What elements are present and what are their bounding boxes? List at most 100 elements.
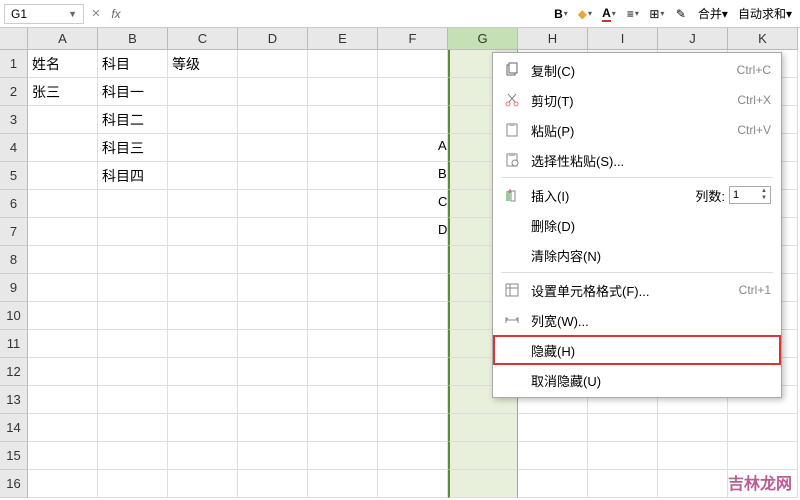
- name-box-dropdown-icon[interactable]: ▼: [68, 9, 77, 19]
- cell-E1[interactable]: [308, 50, 378, 78]
- cell-F15[interactable]: [378, 442, 448, 470]
- cell-D13[interactable]: [238, 386, 308, 414]
- cell-B2[interactable]: 科目一: [98, 78, 168, 106]
- cell-B3[interactable]: 科目二: [98, 106, 168, 134]
- cell-C5[interactable]: [168, 162, 238, 190]
- cell-D3[interactable]: [238, 106, 308, 134]
- name-box[interactable]: G1 ▼: [4, 4, 84, 24]
- cell-E4[interactable]: [308, 134, 378, 162]
- cell-A3[interactable]: [28, 106, 98, 134]
- cell-C6[interactable]: [168, 190, 238, 218]
- cell-C10[interactable]: [168, 302, 238, 330]
- cell-A14[interactable]: [28, 414, 98, 442]
- cell-B9[interactable]: [98, 274, 168, 302]
- cell-A16[interactable]: [28, 470, 98, 498]
- cell-B6[interactable]: [98, 190, 168, 218]
- column-header-i[interactable]: I: [588, 28, 658, 50]
- row-header-3[interactable]: 3: [0, 106, 28, 134]
- row-header-13[interactable]: 13: [0, 386, 28, 414]
- autosum-button[interactable]: 自动求和▾: [734, 5, 796, 22]
- cell-C13[interactable]: [168, 386, 238, 414]
- cell-A1[interactable]: 姓名: [28, 50, 98, 78]
- menu-paste[interactable]: 粘贴(P) Ctrl+V: [493, 115, 781, 145]
- cell-D8[interactable]: [238, 246, 308, 274]
- cell-I14[interactable]: [588, 414, 658, 442]
- cell-J16[interactable]: [658, 470, 728, 498]
- cell-D1[interactable]: [238, 50, 308, 78]
- cell-F11[interactable]: [378, 330, 448, 358]
- cell-F16[interactable]: [378, 470, 448, 498]
- cell-C12[interactable]: [168, 358, 238, 386]
- cell-C16[interactable]: [168, 470, 238, 498]
- cell-A15[interactable]: [28, 442, 98, 470]
- column-header-g[interactable]: G: [448, 28, 518, 50]
- cell-B13[interactable]: [98, 386, 168, 414]
- row-header-10[interactable]: 10: [0, 302, 28, 330]
- cell-J15[interactable]: [658, 442, 728, 470]
- format-painter-button[interactable]: ✎: [670, 3, 692, 25]
- column-header-h[interactable]: H: [518, 28, 588, 50]
- cell-A2[interactable]: 张三: [28, 78, 98, 106]
- cell-B11[interactable]: [98, 330, 168, 358]
- cell-E12[interactable]: [308, 358, 378, 386]
- menu-col-width[interactable]: 列宽(W)...: [493, 305, 781, 335]
- cell-C9[interactable]: [168, 274, 238, 302]
- cell-D6[interactable]: [238, 190, 308, 218]
- cell-E10[interactable]: [308, 302, 378, 330]
- column-header-a[interactable]: A: [28, 28, 98, 50]
- cell-K15[interactable]: [728, 442, 798, 470]
- cell-B16[interactable]: [98, 470, 168, 498]
- cell-E5[interactable]: [308, 162, 378, 190]
- cell-F12[interactable]: [378, 358, 448, 386]
- select-all-corner[interactable]: [0, 28, 28, 50]
- menu-copy[interactable]: 复制(C) Ctrl+C: [493, 55, 781, 85]
- cell-A4[interactable]: [28, 134, 98, 162]
- cell-G14[interactable]: [448, 414, 518, 442]
- cell-F3[interactable]: [378, 106, 448, 134]
- cell-D10[interactable]: [238, 302, 308, 330]
- cell-D14[interactable]: [238, 414, 308, 442]
- cell-I16[interactable]: [588, 470, 658, 498]
- cell-D4[interactable]: [238, 134, 308, 162]
- row-header-12[interactable]: 12: [0, 358, 28, 386]
- cell-C4[interactable]: [168, 134, 238, 162]
- cell-B5[interactable]: 科目四: [98, 162, 168, 190]
- row-header-15[interactable]: 15: [0, 442, 28, 470]
- menu-paste-special[interactable]: 选择性粘贴(S)...: [493, 145, 781, 175]
- cell-H14[interactable]: [518, 414, 588, 442]
- menu-hide[interactable]: 隐藏(H): [493, 335, 781, 365]
- menu-delete[interactable]: 删除(D): [493, 210, 781, 240]
- cell-A10[interactable]: [28, 302, 98, 330]
- cell-A8[interactable]: [28, 246, 98, 274]
- borders-button[interactable]: ⊞▾: [646, 3, 668, 25]
- cell-F14[interactable]: [378, 414, 448, 442]
- cell-E2[interactable]: [308, 78, 378, 106]
- cell-D9[interactable]: [238, 274, 308, 302]
- row-header-5[interactable]: 5: [0, 162, 28, 190]
- column-header-e[interactable]: E: [308, 28, 378, 50]
- cell-A7[interactable]: [28, 218, 98, 246]
- cell-E8[interactable]: [308, 246, 378, 274]
- column-header-c[interactable]: C: [168, 28, 238, 50]
- cell-B7[interactable]: [98, 218, 168, 246]
- cell-D12[interactable]: [238, 358, 308, 386]
- row-header-8[interactable]: 8: [0, 246, 28, 274]
- cell-C7[interactable]: [168, 218, 238, 246]
- cell-E7[interactable]: [308, 218, 378, 246]
- bold-button[interactable]: B▾: [550, 3, 572, 25]
- cell-E15[interactable]: [308, 442, 378, 470]
- cell-B10[interactable]: [98, 302, 168, 330]
- row-header-9[interactable]: 9: [0, 274, 28, 302]
- cell-E6[interactable]: [308, 190, 378, 218]
- cell-D7[interactable]: [238, 218, 308, 246]
- cell-F1[interactable]: [378, 50, 448, 78]
- cancel-icon[interactable]: ✕: [88, 6, 104, 22]
- row-header-7[interactable]: 7: [0, 218, 28, 246]
- cell-A6[interactable]: [28, 190, 98, 218]
- cell-B14[interactable]: [98, 414, 168, 442]
- cell-E11[interactable]: [308, 330, 378, 358]
- row-header-14[interactable]: 14: [0, 414, 28, 442]
- cell-F10[interactable]: [378, 302, 448, 330]
- cell-C3[interactable]: [168, 106, 238, 134]
- menu-unhide[interactable]: 取消隐藏(U): [493, 365, 781, 395]
